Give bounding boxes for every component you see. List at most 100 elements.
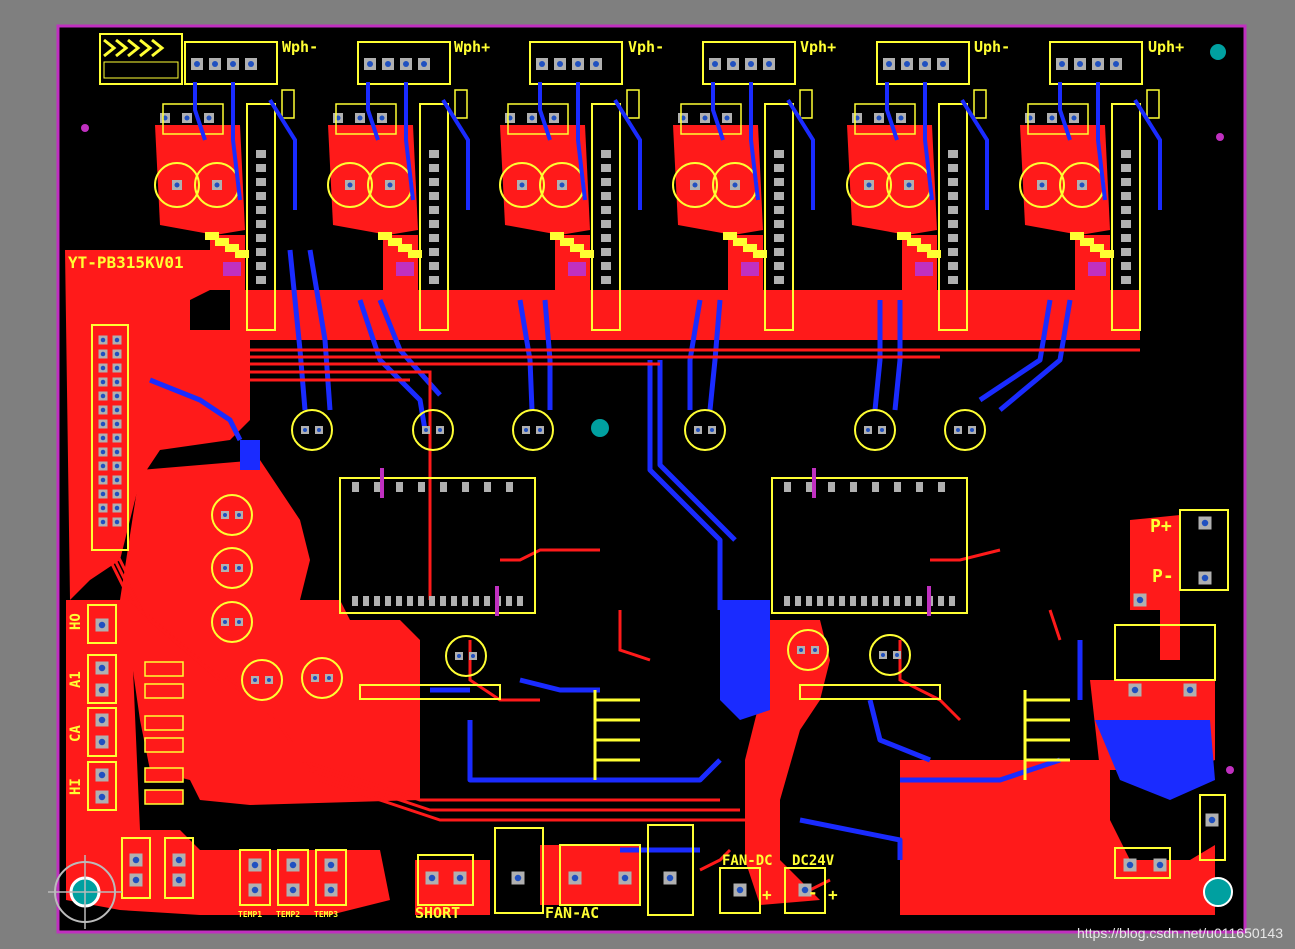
watermark: https://blog.csdn.net/u011650143	[1076, 925, 1283, 941]
pad-hole	[904, 61, 910, 67]
smd-part	[580, 250, 594, 258]
pad-hole	[132, 856, 140, 864]
ic-pin	[883, 596, 889, 606]
connector-pin	[429, 164, 439, 172]
pad-hole	[895, 653, 899, 657]
pad-hole	[114, 519, 120, 525]
ic-pin	[784, 596, 790, 606]
pcb-layout-view[interactable]: HO A1 CA HI SHORT FAN-AC FAN-DC DC24V TE…	[0, 0, 1295, 949]
pad-hole	[100, 463, 106, 469]
pad-hole	[114, 351, 120, 357]
label-temp1: TEMP1	[238, 910, 262, 919]
pad-hole	[1131, 686, 1139, 694]
connector-pin	[429, 192, 439, 200]
pad-hole	[100, 365, 106, 371]
pad-hole	[813, 648, 817, 652]
smd-part	[568, 262, 586, 276]
connector-pin	[601, 192, 611, 200]
pad-hole	[1077, 61, 1083, 67]
connector-pin	[429, 262, 439, 270]
pad-hole	[471, 654, 475, 658]
pad-hole	[666, 874, 674, 882]
polarity-plus-2: +	[828, 885, 838, 904]
label-dc24v: DC24V	[792, 853, 835, 869]
ic-pin	[462, 596, 468, 606]
pad-hole	[1049, 115, 1055, 121]
connector-pin	[256, 248, 266, 256]
ic-marker	[380, 468, 384, 498]
pad-hole	[748, 61, 754, 67]
pad-hole	[866, 428, 870, 432]
connector-pin	[774, 178, 784, 186]
pad-hole	[327, 676, 331, 680]
pad-hole	[387, 182, 393, 188]
pad-hole	[100, 477, 106, 483]
smd-part	[753, 250, 767, 258]
ic-pin	[396, 482, 403, 492]
pad-hole	[289, 861, 297, 869]
pad-hole	[881, 653, 885, 657]
ic-pin	[407, 596, 413, 606]
label-fan-dc: FAN-DC	[722, 853, 773, 869]
pcb-canvas[interactable]: HO A1 CA HI SHORT FAN-AC FAN-DC DC24V TE…	[0, 0, 1295, 949]
pad-hole	[313, 676, 317, 680]
pad-hole	[357, 115, 363, 121]
pad-hole	[98, 621, 106, 629]
pad-hole	[424, 428, 428, 432]
ic-marker	[495, 586, 499, 616]
pad-hole	[1071, 115, 1077, 121]
pad-hole	[100, 505, 106, 511]
pad-hole	[571, 874, 579, 882]
pad-hole	[223, 566, 227, 570]
pad-hole	[194, 61, 200, 67]
pad-hole	[251, 861, 259, 869]
ic-pin	[451, 596, 457, 606]
pad-hole	[248, 61, 254, 67]
ic-pin	[484, 596, 490, 606]
connector-pin	[256, 178, 266, 186]
connector-pin	[256, 206, 266, 214]
pad-hole	[114, 477, 120, 483]
pad-hole	[114, 435, 120, 441]
pad-hole	[289, 886, 297, 894]
pad-hole	[880, 428, 884, 432]
pad-hole	[253, 678, 257, 682]
connector-pin	[256, 276, 266, 284]
connector-pin	[601, 164, 611, 172]
connector-pin	[1121, 206, 1131, 214]
connector-pin	[256, 234, 266, 242]
connector-pin	[429, 206, 439, 214]
pad-hole	[970, 428, 974, 432]
pad-hole	[98, 664, 106, 672]
ic-pin	[418, 596, 424, 606]
pad-hole	[457, 654, 461, 658]
pad-hole	[886, 61, 892, 67]
phase-label-vph-plus: Vph+	[800, 38, 836, 56]
pad-hole	[223, 620, 227, 624]
pad-hole	[539, 61, 545, 67]
pad-hole	[557, 61, 563, 67]
pad-hole	[98, 738, 106, 746]
connector-pin	[948, 248, 958, 256]
ic-pin	[352, 596, 358, 606]
phase-label-vph-minus: Vph-	[628, 38, 664, 56]
connector-pin	[429, 276, 439, 284]
pad-hole	[175, 856, 183, 864]
connector-pin	[948, 206, 958, 214]
connector-pin	[601, 178, 611, 186]
pad-hole	[1095, 61, 1101, 67]
ic-pin	[440, 596, 446, 606]
pad-hole	[100, 351, 106, 357]
pad-hole	[906, 182, 912, 188]
connector-pin	[948, 150, 958, 158]
smd-part	[927, 250, 941, 258]
pad-hole	[132, 876, 140, 884]
pad-hole	[692, 182, 698, 188]
ic-pin	[839, 596, 845, 606]
pad-hole	[1156, 861, 1164, 869]
connector-pin	[1121, 220, 1131, 228]
connector-pin	[774, 262, 784, 270]
ic-pin	[861, 596, 867, 606]
ic-pin	[894, 482, 901, 492]
smd-part	[915, 262, 933, 276]
